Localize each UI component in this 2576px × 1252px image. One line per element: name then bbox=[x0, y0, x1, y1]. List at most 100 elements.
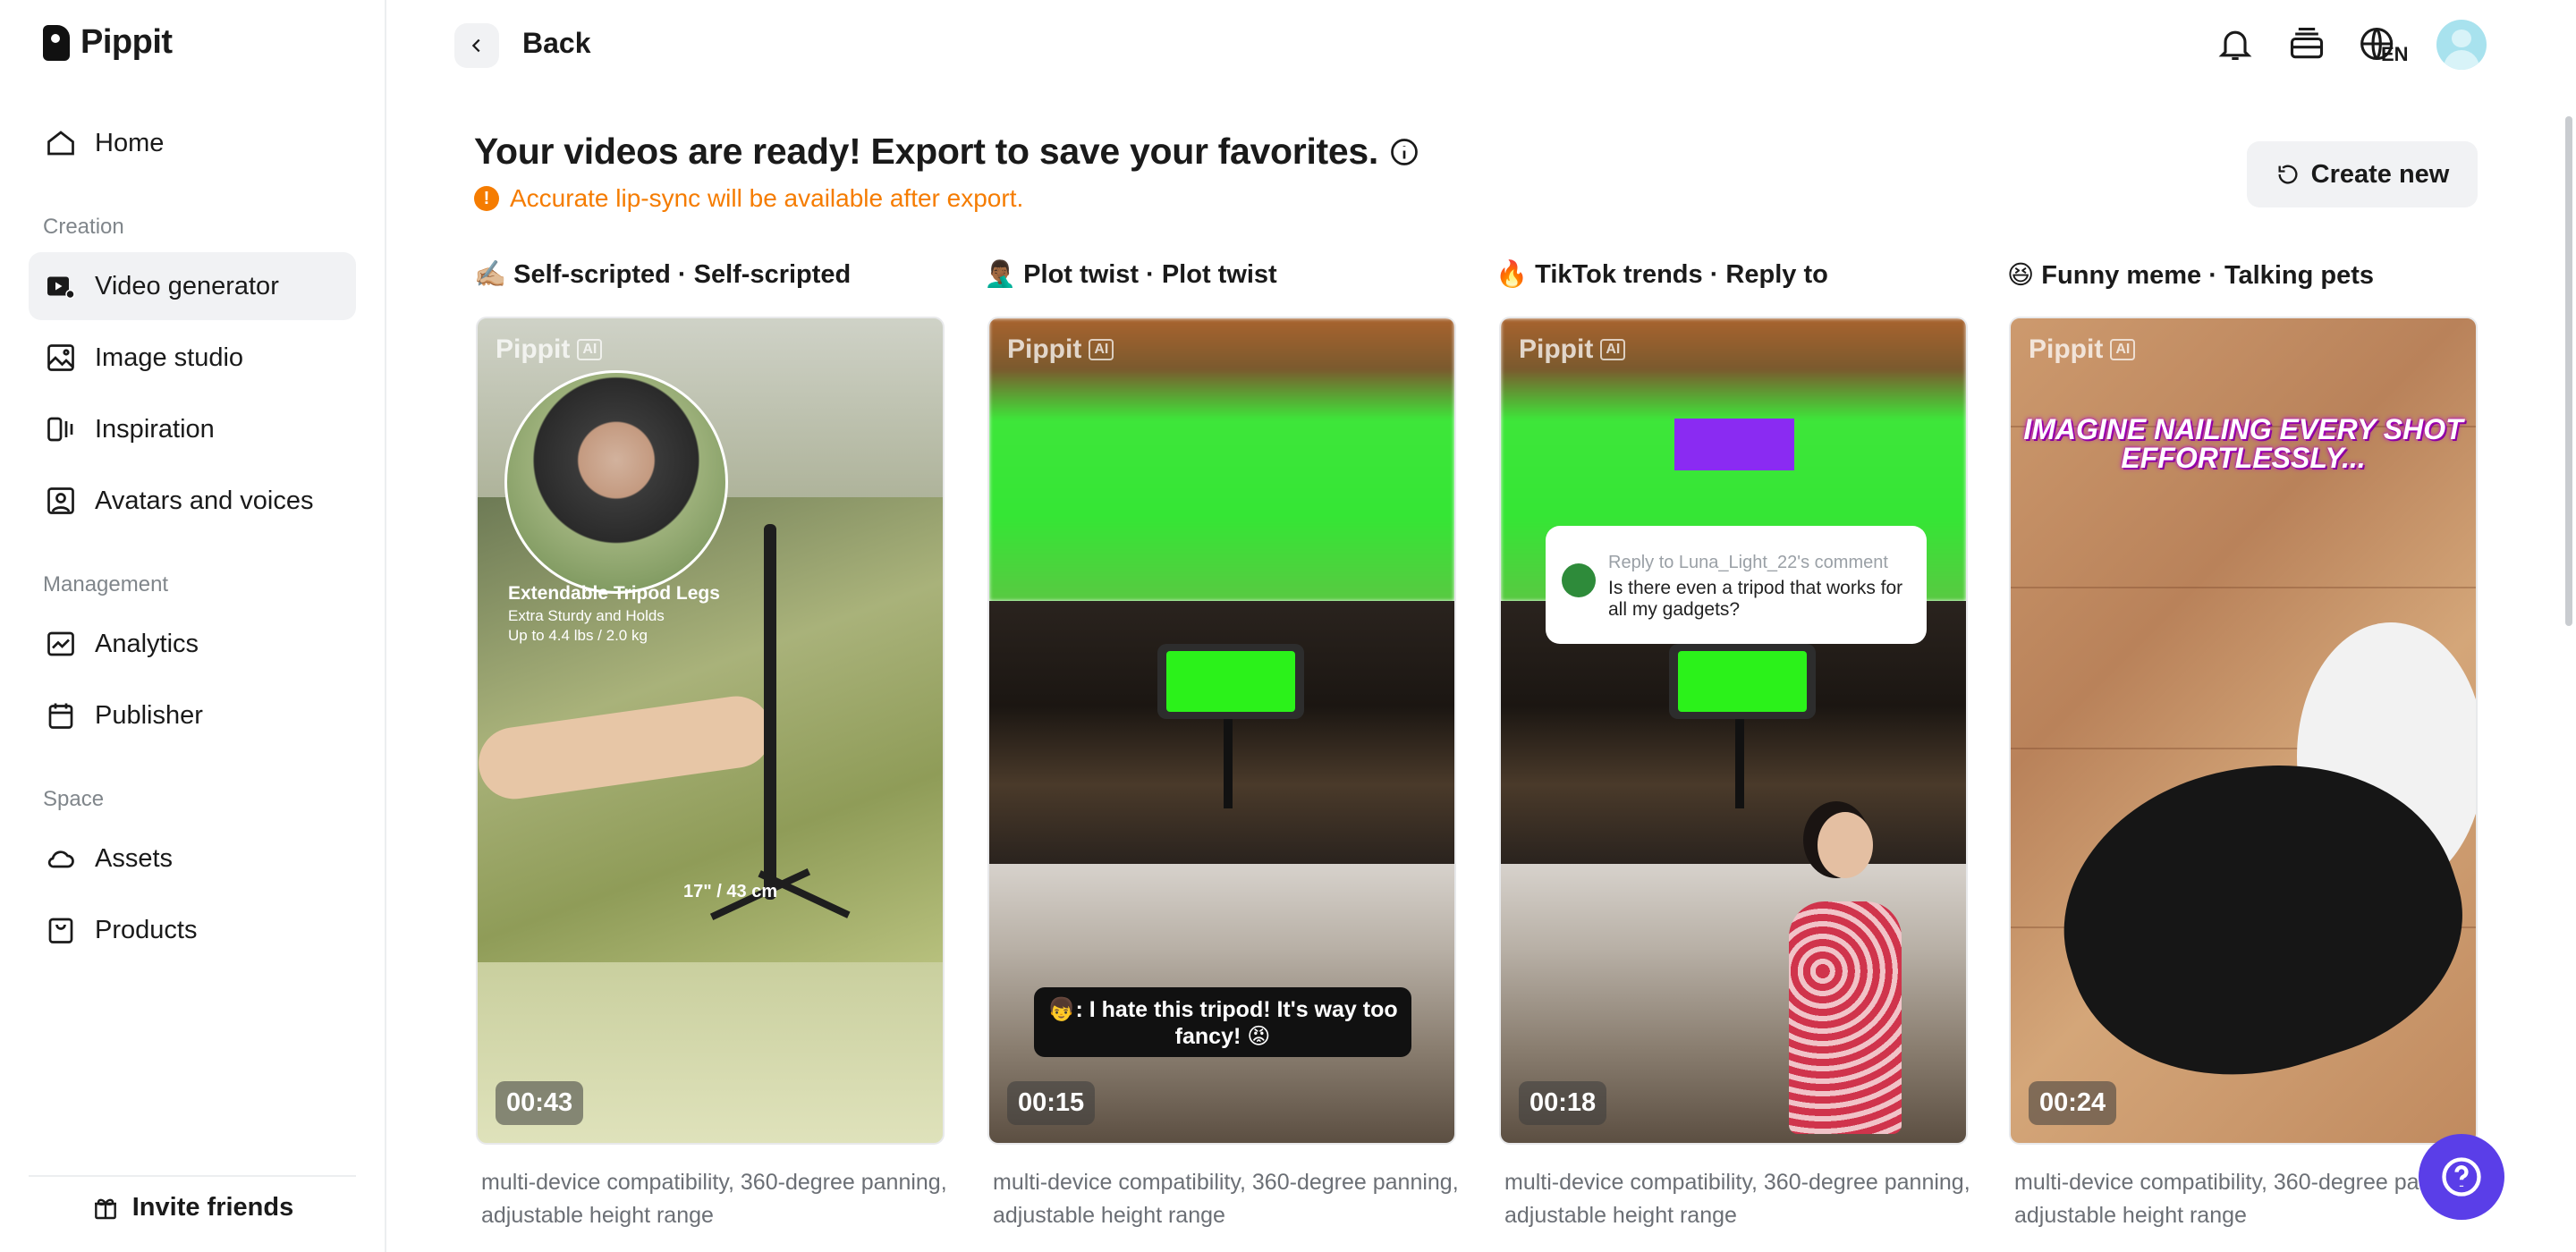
card-title: 😆 Funny meme · Talking pets bbox=[2007, 261, 2374, 290]
duration-badge: 00:15 bbox=[1007, 1081, 1096, 1125]
back-label[interactable]: Back bbox=[522, 27, 591, 60]
presenter-avatar bbox=[504, 370, 728, 594]
card-emoji: ✍🏼 bbox=[474, 260, 507, 289]
cloud-icon bbox=[47, 850, 74, 868]
watermark: Pippit AI bbox=[496, 334, 603, 365]
reply-to-label: Reply to Luna_Light_22's comment bbox=[1608, 553, 1888, 572]
lip-sync-notice: ! Accurate lip-sync will be available af… bbox=[474, 184, 1023, 213]
sidebar-item-products[interactable]: Products bbox=[29, 896, 356, 964]
desk-scene bbox=[989, 601, 1454, 864]
info-icon[interactable] bbox=[1388, 136, 1420, 168]
image-studio-icon bbox=[47, 344, 74, 371]
avatar-voice-icon bbox=[47, 487, 74, 514]
watermark-brand: Pippit bbox=[2029, 334, 2104, 364]
sidebar-item-label: Avatars and voices bbox=[95, 486, 314, 515]
sidebar-item-assets[interactable]: Assets bbox=[29, 825, 356, 892]
card-description: multi-device compatibility, 360-degree p… bbox=[2014, 1170, 2480, 1228]
inspiration-icon bbox=[47, 417, 73, 442]
presenter-dress bbox=[1789, 901, 1902, 1134]
tripod-image bbox=[764, 524, 776, 900]
video-generator-icon bbox=[47, 276, 75, 300]
card-title: ✍🏼 Self-scripted · Self-scripted bbox=[474, 260, 852, 289]
watermark: Pippit AI bbox=[1519, 334, 1626, 365]
duration-badge: 00:18 bbox=[1519, 1081, 1607, 1125]
notifications-button[interactable] bbox=[2213, 21, 2258, 66]
sidebar-item-home[interactable]: Home bbox=[29, 109, 356, 177]
sidebar-item-label: Products bbox=[95, 915, 198, 944]
watermark-brand: Pippit bbox=[496, 334, 571, 364]
video-card-funny-meme[interactable]: IMAGINE NAILING EVERY SHOT EFFORTLESSLY.… bbox=[2009, 317, 2478, 1145]
commenter-avatar bbox=[1562, 563, 1596, 597]
sidebar-item-analytics[interactable]: Analytics bbox=[29, 610, 356, 678]
subtitle-overlay: 👦: I hate this tripod! It's way too fanc… bbox=[1034, 987, 1411, 1057]
sidebar: Pippit Home Creation Video generator Ima… bbox=[0, 0, 386, 1252]
phone-stand bbox=[1735, 719, 1744, 808]
stack-button[interactable] bbox=[2284, 21, 2329, 66]
watermark: Pippit AI bbox=[1007, 334, 1114, 365]
stack-icon bbox=[2290, 27, 2324, 59]
watermark: Pippit AI bbox=[2029, 334, 2136, 365]
card-emoji: 😆 bbox=[2007, 261, 2035, 290]
scrollbar[interactable] bbox=[2565, 116, 2572, 626]
page-title: Your videos are ready! Export to save yo… bbox=[474, 131, 1378, 172]
home-icon bbox=[47, 131, 74, 156]
sidebar-item-label: Assets bbox=[95, 843, 174, 873]
analytics-icon bbox=[47, 631, 74, 656]
presenter-image bbox=[1778, 812, 1912, 1143]
video-card-plot-twist[interactable]: 👦: I hate this tripod! It's way too fanc… bbox=[987, 317, 1456, 1145]
overlay-line: Extra Sturdy and Holds bbox=[508, 607, 665, 624]
duration-badge: 00:24 bbox=[2029, 1081, 2117, 1125]
sidebar-item-avatars-voices[interactable]: Avatars and voices bbox=[29, 467, 356, 535]
meme-caption: IMAGINE NAILING EVERY SHOT EFFORTLESSLY.… bbox=[2023, 413, 2463, 474]
sidebar-item-image-studio[interactable]: Image studio bbox=[29, 324, 356, 392]
refresh-icon bbox=[2278, 165, 2298, 184]
overlay-detail: Extra Sturdy and Holds Up to 4.4 lbs / 2.… bbox=[508, 606, 665, 646]
avatar[interactable] bbox=[2436, 20, 2487, 70]
duration-badge: 00:43 bbox=[496, 1081, 584, 1125]
sidebar-item-publisher[interactable]: Publisher bbox=[29, 681, 356, 749]
comment-text: Is there even a tripod that works for al… bbox=[1608, 578, 1903, 620]
section-creation: Creation bbox=[43, 215, 124, 239]
app-root: Pippit Home Creation Video generator Ima… bbox=[0, 0, 2576, 1252]
card-title: 🔥 TikTok trends · Reply to bbox=[1496, 260, 1828, 289]
purple-block bbox=[1674, 419, 1794, 470]
presenter-head bbox=[1818, 812, 1873, 878]
card-description: multi-device compatibility, 360-degree p… bbox=[993, 1170, 1459, 1228]
overlay-heading: Extendable Tripod Legs bbox=[508, 583, 720, 604]
watermark-badge: AI bbox=[1600, 339, 1626, 360]
watermark-badge: AI bbox=[2110, 339, 2136, 360]
watermark-badge: AI bbox=[577, 339, 603, 360]
products-icon bbox=[48, 918, 73, 943]
create-new-label: Create new bbox=[2310, 159, 2450, 189]
warning-icon: ! bbox=[474, 186, 499, 211]
invite-friends-button[interactable]: Invite friends bbox=[29, 1175, 356, 1238]
sidebar-item-inspiration[interactable]: Inspiration bbox=[29, 395, 356, 463]
sidebar-item-label: Inspiration bbox=[95, 414, 215, 444]
app-logo[interactable]: Pippit bbox=[43, 23, 173, 62]
watermark-badge: AI bbox=[1089, 339, 1114, 360]
video-card-self-scripted[interactable]: Extendable Tripod Legs Extra Sturdy and … bbox=[476, 317, 945, 1145]
section-space: Space bbox=[43, 787, 105, 811]
section-management: Management bbox=[43, 572, 169, 596]
pippit-logo-icon bbox=[43, 24, 70, 61]
back-button[interactable] bbox=[454, 23, 499, 68]
video-card-tiktok-trends[interactable]: Reply to Luna_Light_22's comment Is ther… bbox=[1499, 317, 1968, 1145]
floor-line bbox=[2011, 587, 2476, 588]
question-icon bbox=[2442, 1157, 2481, 1197]
gift-icon bbox=[94, 1198, 116, 1220]
notice-text: Accurate lip-sync will be available afte… bbox=[510, 184, 1024, 212]
chevron-left-icon bbox=[471, 38, 480, 53]
sidebar-item-video-generator[interactable]: Video generator bbox=[29, 252, 356, 320]
help-button[interactable] bbox=[2419, 1134, 2504, 1220]
measurement-label: 17" / 43 cm bbox=[683, 882, 778, 901]
sidebar-item-label: Publisher bbox=[95, 700, 203, 730]
card-emoji: 🤦🏾‍♂️ bbox=[984, 260, 1017, 289]
phone-image bbox=[1157, 644, 1304, 719]
watermark-brand: Pippit bbox=[1519, 334, 1594, 364]
create-new-button[interactable]: Create new bbox=[2247, 141, 2478, 207]
phone-stand bbox=[1224, 719, 1233, 808]
comment-bubble: Reply to Luna_Light_22's comment Is ther… bbox=[1546, 526, 1927, 644]
bell-icon bbox=[2218, 30, 2252, 61]
card-emoji: 🔥 bbox=[1496, 260, 1529, 289]
card-description: multi-device compatibility, 360-degree p… bbox=[1504, 1170, 1970, 1228]
